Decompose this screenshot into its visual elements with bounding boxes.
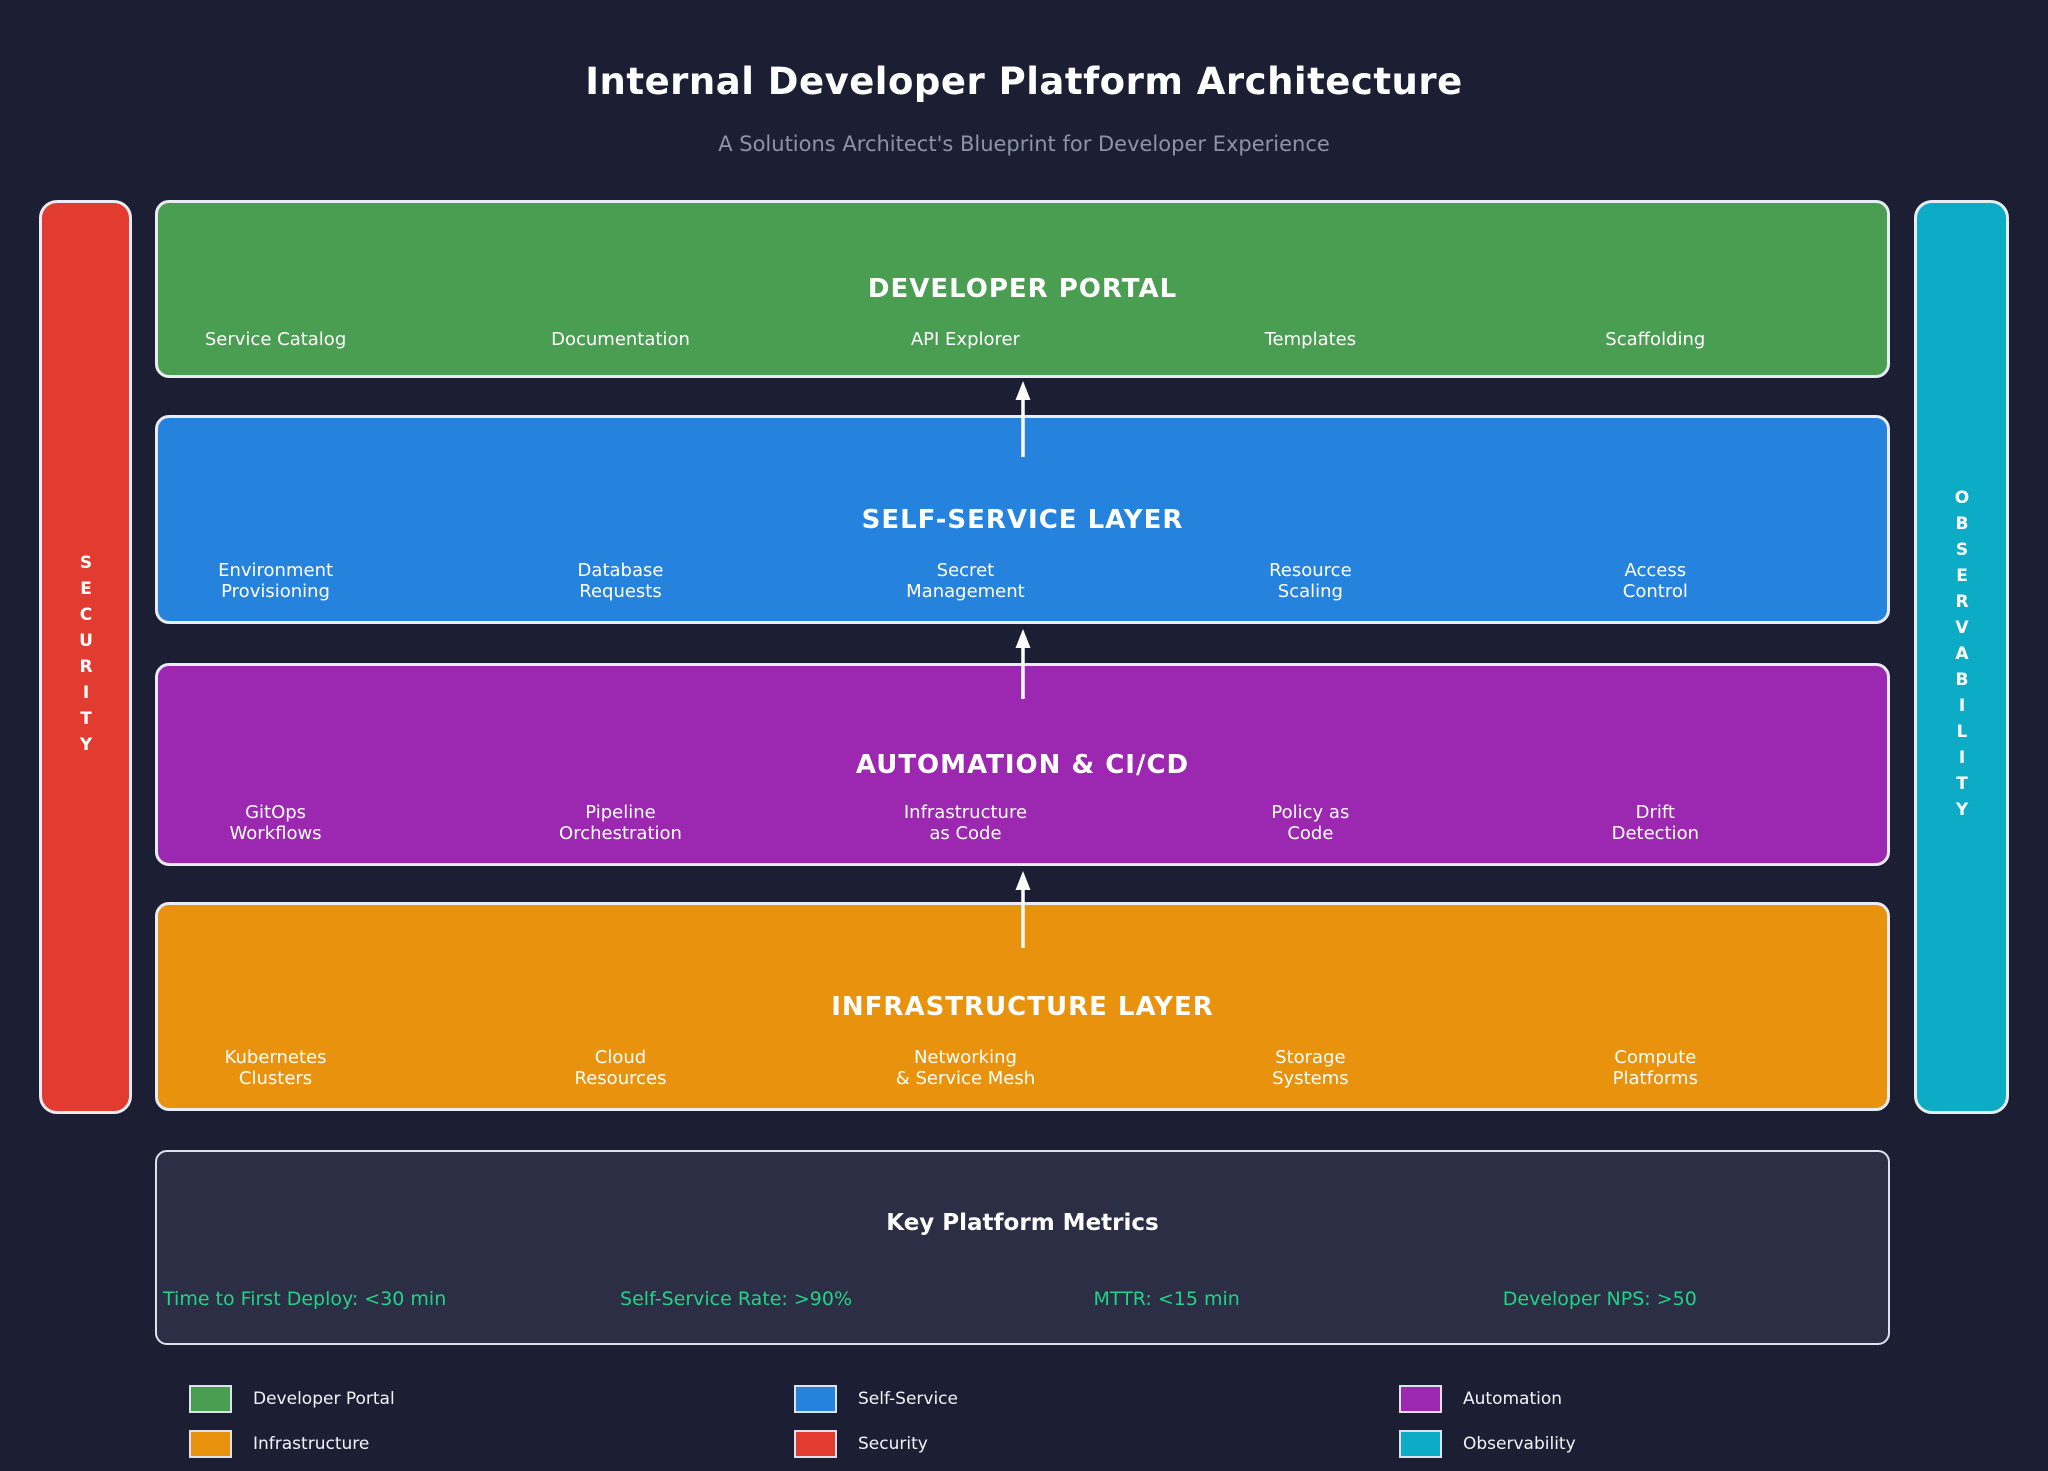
layer-item: Storage Systems: [1272, 1047, 1349, 1090]
legend-swatch: [189, 1430, 232, 1458]
legend-entry-security: Security: [794, 1430, 928, 1458]
layer-developer-portal: DEVELOPER PORTAL Service Catalog Documen…: [155, 200, 1890, 378]
page-subtitle: A Solutions Architect's Blueprint for De…: [0, 132, 2048, 156]
layer-item: Cloud Resources: [575, 1047, 667, 1090]
layer-item: Kubernetes Clusters: [225, 1047, 327, 1090]
legend-label: Self-Service: [858, 1389, 958, 1409]
layer-item: Scaffolding: [1605, 329, 1705, 351]
layer-self-service: SELF-SERVICE LAYER Environment Provision…: [155, 415, 1890, 624]
legend-swatch: [794, 1430, 837, 1458]
layer-item: Infrastructure as Code: [904, 802, 1027, 845]
layer-item: Networking & Service Mesh: [896, 1047, 1035, 1090]
page-title: Internal Developer Platform Architecture: [0, 60, 2048, 103]
observability-bar-label: OBSERVABILITY: [1953, 488, 1970, 826]
legend-label: Observability: [1463, 1434, 1576, 1454]
layer-item: Policy as Code: [1271, 802, 1349, 845]
layer-item: Pipeline Orchestration: [559, 802, 682, 845]
legend-entry-automation: Automation: [1399, 1385, 1562, 1413]
metrics-panel: Key Platform Metrics Time to First Deplo…: [155, 1150, 1890, 1345]
layer-item: Service Catalog: [205, 329, 346, 351]
layer-item: Resource Scaling: [1269, 560, 1352, 603]
layer-item: Documentation: [551, 329, 690, 351]
legend-entry-developer-portal: Developer Portal: [189, 1385, 395, 1413]
layer-item: Environment Provisioning: [218, 560, 333, 603]
legend-entry-observability: Observability: [1399, 1430, 1576, 1458]
metric-developer-nps: Developer NPS: >50: [1503, 1288, 1697, 1310]
legend-label: Developer Portal: [253, 1389, 395, 1409]
layer-title: SELF-SERVICE LAYER: [158, 505, 1887, 535]
layer-title: INFRASTRUCTURE LAYER: [158, 992, 1887, 1022]
layer-automation-cicd: AUTOMATION & CI/CD GitOps Workflows Pipe…: [155, 663, 1890, 866]
observability-bar: OBSERVABILITY: [1914, 200, 2009, 1114]
legend-entry-self-service: Self-Service: [794, 1385, 958, 1413]
layer-title: AUTOMATION & CI/CD: [158, 750, 1887, 780]
metric-time-to-first-deploy: Time to First Deploy: <30 min: [163, 1288, 446, 1310]
layer-item: Secret Management: [906, 560, 1025, 603]
layer-item: API Explorer: [911, 329, 1020, 351]
layer-item: Database Requests: [578, 560, 664, 603]
layer-title: DEVELOPER PORTAL: [158, 274, 1887, 304]
legend-swatch: [1399, 1385, 1442, 1413]
layer-item: Drift Detection: [1612, 802, 1699, 845]
metric-mttr: MTTR: <15 min: [1094, 1288, 1240, 1310]
metrics-title: Key Platform Metrics: [157, 1210, 1888, 1236]
legend-swatch: [1399, 1430, 1442, 1458]
layer-item: GitOps Workflows: [230, 802, 322, 845]
architecture-diagram: Internal Developer Platform Architecture…: [0, 0, 2048, 1471]
metric-self-service-rate: Self-Service Rate: >90%: [620, 1288, 852, 1310]
layer-item: Compute Platforms: [1613, 1047, 1698, 1090]
legend-swatch: [794, 1385, 837, 1413]
security-bar: SECURITY: [39, 200, 132, 1114]
security-bar-label: SECURITY: [77, 553, 94, 761]
legend-swatch: [189, 1385, 232, 1413]
layer-item: Templates: [1265, 329, 1357, 351]
layer-item: Access Control: [1623, 560, 1688, 603]
legend-label: Infrastructure: [253, 1434, 369, 1454]
legend-label: Automation: [1463, 1389, 1562, 1409]
legend-entry-infrastructure: Infrastructure: [189, 1430, 369, 1458]
layer-infrastructure: INFRASTRUCTURE LAYER Kubernetes Clusters…: [155, 902, 1890, 1111]
legend-label: Security: [858, 1434, 928, 1454]
